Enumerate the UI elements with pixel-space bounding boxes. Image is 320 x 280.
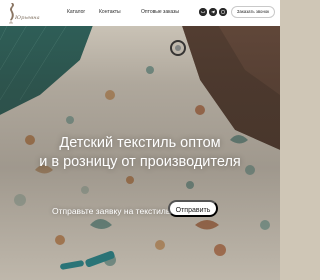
logo[interactable]: Юрьевна (6, 1, 50, 25)
nav-catalog[interactable]: Каталог (67, 9, 85, 15)
hero-title: Детский текстиль оптом и в розницу от пр… (0, 134, 280, 172)
logo-text: Юрьевна (15, 15, 40, 21)
hero-title-line-2: и в розницу от производителя (39, 154, 241, 170)
request-call-button[interactable]: Заказать звонок (231, 6, 275, 18)
send-request-button[interactable]: Отправить (168, 200, 218, 217)
nav-contacts[interactable]: Контакты (99, 9, 121, 15)
hero-title-line-1: Детский текстиль оптом (59, 135, 221, 151)
whatsapp-icon[interactable] (219, 8, 227, 16)
telegram-icon[interactable] (209, 8, 217, 16)
nav-wholesale-orders[interactable]: Оптовые заказы (141, 9, 179, 15)
vk-icon[interactable] (199, 8, 207, 16)
logo-mannequin-icon (9, 3, 14, 24)
site-header: Юрьевна Каталог Контакты Оптовые заказы … (0, 0, 280, 26)
cta-text: Отправьте заявку на текстиль (52, 206, 171, 216)
